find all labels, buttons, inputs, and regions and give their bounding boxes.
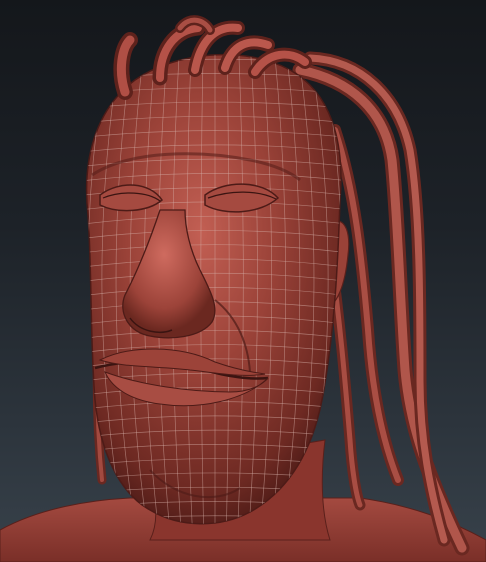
wireframe-grid <box>31 45 341 530</box>
wire-line <box>45 45 79 530</box>
head-model-render[interactable] <box>0 0 486 562</box>
wire-line <box>86 54 341 56</box>
3d-viewport[interactable] <box>0 0 486 562</box>
wire-line <box>86 54 91 524</box>
head <box>85 53 342 525</box>
wire-line <box>31 45 68 530</box>
